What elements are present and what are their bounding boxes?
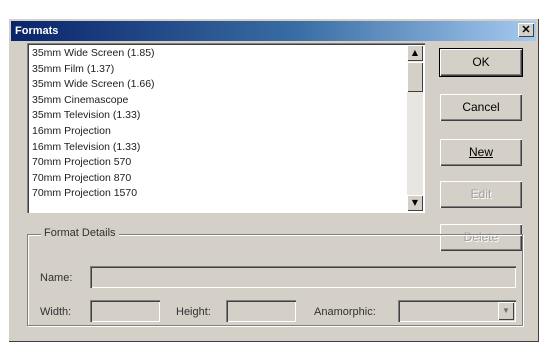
height-field[interactable]	[226, 300, 296, 322]
combo-dropdown-button[interactable]: ▼	[498, 302, 514, 320]
list-item[interactable]: 70mm Projection 870	[32, 171, 402, 187]
format-list-items: 35mm Wide Screen (1.85) 35mm Film (1.37)…	[32, 46, 402, 202]
height-label: Height:	[176, 306, 211, 318]
cancel-button[interactable]: Cancel	[440, 94, 522, 121]
list-item[interactable]: 16mm Projection	[32, 124, 402, 140]
list-item[interactable]: 16mm Television (1.33)	[32, 140, 402, 156]
name-label: Name:	[40, 272, 73, 284]
format-details-title: Format Details	[41, 226, 119, 240]
list-item[interactable]: 35mm Film (1.37)	[32, 62, 402, 78]
title-bar[interactable]: Formats ✕	[11, 21, 536, 41]
ok-button[interactable]: OK	[440, 49, 522, 76]
list-item[interactable]: 35mm Wide Screen (1.85)	[32, 46, 402, 62]
list-item[interactable]: 35mm Wide Screen (1.66)	[32, 77, 402, 93]
new-button-label: New	[468, 145, 493, 159]
anamorphic-combo[interactable]: ▼	[398, 300, 516, 322]
edit-button[interactable]: Edit	[440, 181, 522, 208]
scroll-thumb[interactable]	[407, 62, 423, 92]
width-label: Width:	[40, 306, 72, 318]
chevron-down-icon: ▼	[502, 306, 510, 315]
list-scrollbar[interactable]: ▲ ▼	[407, 45, 423, 211]
width-field[interactable]	[90, 300, 160, 322]
list-item[interactable]: 35mm Cinemascope	[32, 93, 402, 109]
arrow-down-icon: ▼	[411, 198, 419, 207]
scroll-down-button[interactable]: ▼	[407, 195, 423, 211]
new-button[interactable]: New	[440, 139, 522, 166]
close-button[interactable]: ✕	[518, 23, 534, 37]
window-title: Formats	[15, 25, 59, 37]
name-field[interactable]	[90, 266, 516, 288]
arrow-up-icon: ▲	[411, 48, 419, 57]
scroll-up-button[interactable]: ▲	[407, 45, 423, 61]
anamorphic-label: Anamorphic:	[314, 306, 376, 318]
format-list[interactable]: 35mm Wide Screen (1.85) 35mm Film (1.37)…	[27, 43, 425, 213]
list-item[interactable]: 70mm Projection 570	[32, 155, 402, 171]
close-icon: ✕	[521, 24, 531, 36]
list-item[interactable]: 70mm Projection 1570	[32, 186, 402, 202]
list-item[interactable]: 35mm Television (1.33)	[32, 108, 402, 124]
